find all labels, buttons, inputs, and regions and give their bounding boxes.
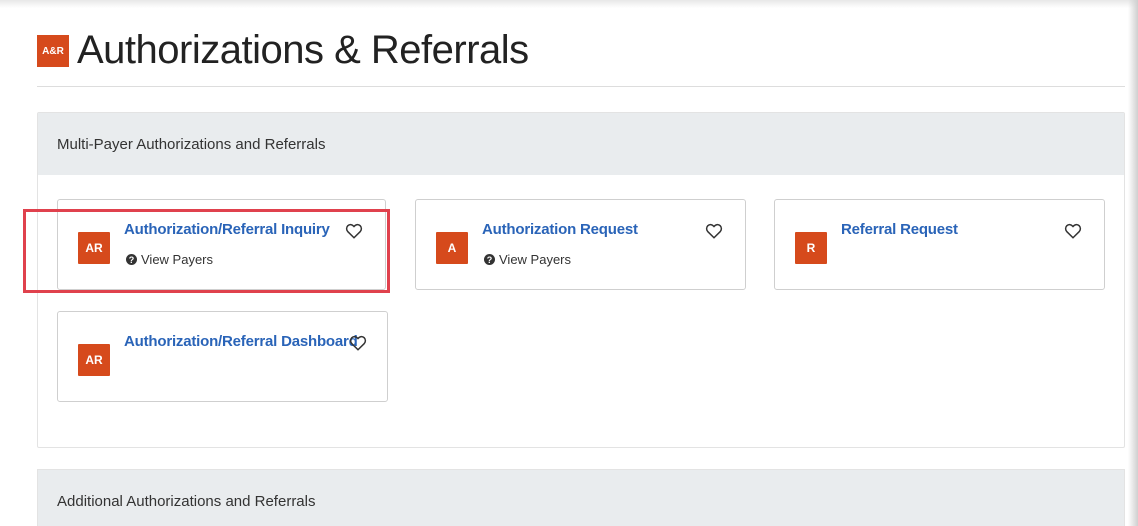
tile-authorization-referral-dashboard[interactable]: AR Authorization/Referral Dashboard xyxy=(57,311,388,402)
tile-authorization-request[interactable]: A Authorization Request ? View Payers xyxy=(415,199,746,290)
view-payers-link[interactable]: ? View Payers xyxy=(126,252,213,267)
tile-title-link[interactable]: Authorization/Referral Inquiry xyxy=(124,221,330,238)
panel-body: AR Authorization/Referral Inquiry ? View… xyxy=(38,175,1124,447)
page-header: A&R Authorizations & Referrals xyxy=(37,22,1125,87)
page: A&R Authorizations & Referrals Multi-Pay… xyxy=(0,0,1138,526)
heart-outline-icon[interactable] xyxy=(1064,222,1082,240)
additional-panel: Additional Authorizations and Referrals xyxy=(37,469,1125,526)
view-payers-label: View Payers xyxy=(141,252,214,267)
question-circle-icon: ? xyxy=(484,254,495,265)
tile-badge: A xyxy=(436,232,468,264)
tile-title-link[interactable]: Authorization Request xyxy=(482,221,638,238)
page-title: Authorizations & Referrals xyxy=(77,27,529,72)
view-payers-label: View Payers xyxy=(499,252,572,267)
panel-header: Multi-Payer Authorizations and Referrals xyxy=(38,113,1124,175)
tile-authorization-referral-inquiry[interactable]: AR Authorization/Referral Inquiry ? View… xyxy=(57,199,386,290)
tile-referral-request[interactable]: R Referral Request xyxy=(774,199,1105,290)
tile-title-link[interactable]: Authorization/Referral Dashboard xyxy=(124,333,358,350)
panel-header: Additional Authorizations and Referrals xyxy=(38,470,1124,526)
heart-outline-icon[interactable] xyxy=(349,334,367,352)
tile-badge: R xyxy=(795,232,827,264)
tile-title-link[interactable]: Referral Request xyxy=(841,221,958,238)
multi-payer-panel: Multi-Payer Authorizations and Referrals… xyxy=(37,112,1125,448)
tile-badge: AR xyxy=(78,232,110,264)
heart-outline-icon[interactable] xyxy=(705,222,723,240)
question-circle-icon: ? xyxy=(126,254,137,265)
app-logo: A&R xyxy=(37,35,69,67)
right-shadow xyxy=(1128,0,1138,526)
view-payers-link[interactable]: ? View Payers xyxy=(484,252,571,267)
top-shadow xyxy=(0,0,1138,8)
heart-outline-icon[interactable] xyxy=(345,222,363,240)
tile-badge: AR xyxy=(78,344,110,376)
